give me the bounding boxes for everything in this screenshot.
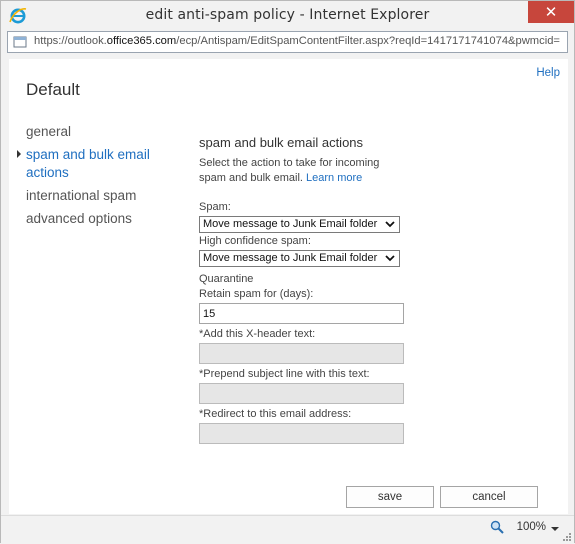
page-icon <box>13 36 27 48</box>
close-button[interactable]: ✕ <box>528 1 574 23</box>
url-path: /ecp/Antispam/EditSpamContentFilter.aspx… <box>176 35 560 47</box>
status-bar: 100% <box>1 515 574 544</box>
spam-actions-form: Spam: Move message to Junk Email folder … <box>199 199 414 444</box>
nav-item-general[interactable]: general <box>26 123 176 141</box>
xheader-label: *Add this X-header text: <box>199 328 316 340</box>
high-confidence-label: High confidence spam: <box>199 235 311 247</box>
cancel-button[interactable]: cancel <box>440 486 538 508</box>
spam-label: Spam: <box>199 201 231 213</box>
retain-days-input[interactable]: 15 <box>199 303 404 324</box>
zoom-level[interactable]: 100% <box>517 521 546 533</box>
retain-days-label: Retain spam for (days): <box>199 288 314 300</box>
learn-more-link[interactable]: Learn more <box>306 172 362 184</box>
resize-grip-icon[interactable] <box>562 532 572 542</box>
chevron-down-icon <box>385 221 395 228</box>
spam-action-select[interactable]: Move message to Junk Email folder <box>199 216 400 233</box>
browser-window: edit anti-spam policy - Internet Explore… <box>0 0 575 544</box>
nav-item-advanced-options[interactable]: advanced options <box>26 210 176 228</box>
nav-item-spam-actions[interactable]: spam and bulk email actions <box>17 146 176 182</box>
url-domain: office365.com <box>106 35 177 47</box>
section-header: spam and bulk email actions Select the a… <box>199 135 409 186</box>
section-description: Select the action to take for incoming s… <box>199 156 409 186</box>
redirect-label: *Redirect to this email address: <box>199 408 352 420</box>
url-host-prefix: outlook. <box>67 35 107 47</box>
section-nav: general spam and bulk email actions inte… <box>17 123 176 233</box>
save-button[interactable]: save <box>346 486 434 508</box>
nav-item-label: spam and bulk email actions <box>26 147 150 180</box>
selected-arrow-icon <box>17 150 21 158</box>
high-confidence-value: Move message to Junk Email folder <box>203 252 378 264</box>
dialog-content: Help Default general spam and bulk email… <box>9 59 568 514</box>
page-title: Default <box>26 80 80 99</box>
high-confidence-select[interactable]: Move message to Junk Email folder <box>199 250 400 267</box>
redirect-input[interactable] <box>199 423 404 444</box>
url-text[interactable]: https://outlook.office365.com/ecp/Antisp… <box>34 35 564 47</box>
address-bar[interactable]: https://outlook.office365.com/ecp/Antisp… <box>7 31 568 53</box>
spam-action-value: Move message to Junk Email folder <box>203 218 378 230</box>
help-link[interactable]: Help <box>536 67 560 79</box>
title-bar: edit anti-spam policy - Internet Explore… <box>1 1 574 31</box>
xheader-input[interactable] <box>199 343 404 364</box>
section-title: spam and bulk email actions <box>199 135 364 150</box>
url-scheme: https:// <box>34 35 68 47</box>
zoom-icon <box>490 520 504 534</box>
window-title: edit anti-spam policy - Internet Explore… <box>145 7 430 23</box>
prepend-subject-input[interactable] <box>199 383 404 404</box>
zoom-dropdown-icon[interactable] <box>551 527 559 531</box>
prepend-subject-label: *Prepend subject line with this text: <box>199 368 370 380</box>
chevron-down-icon <box>385 255 395 262</box>
quarantine-label: Quarantine <box>199 273 254 285</box>
nav-item-international-spam[interactable]: international spam <box>26 187 176 205</box>
